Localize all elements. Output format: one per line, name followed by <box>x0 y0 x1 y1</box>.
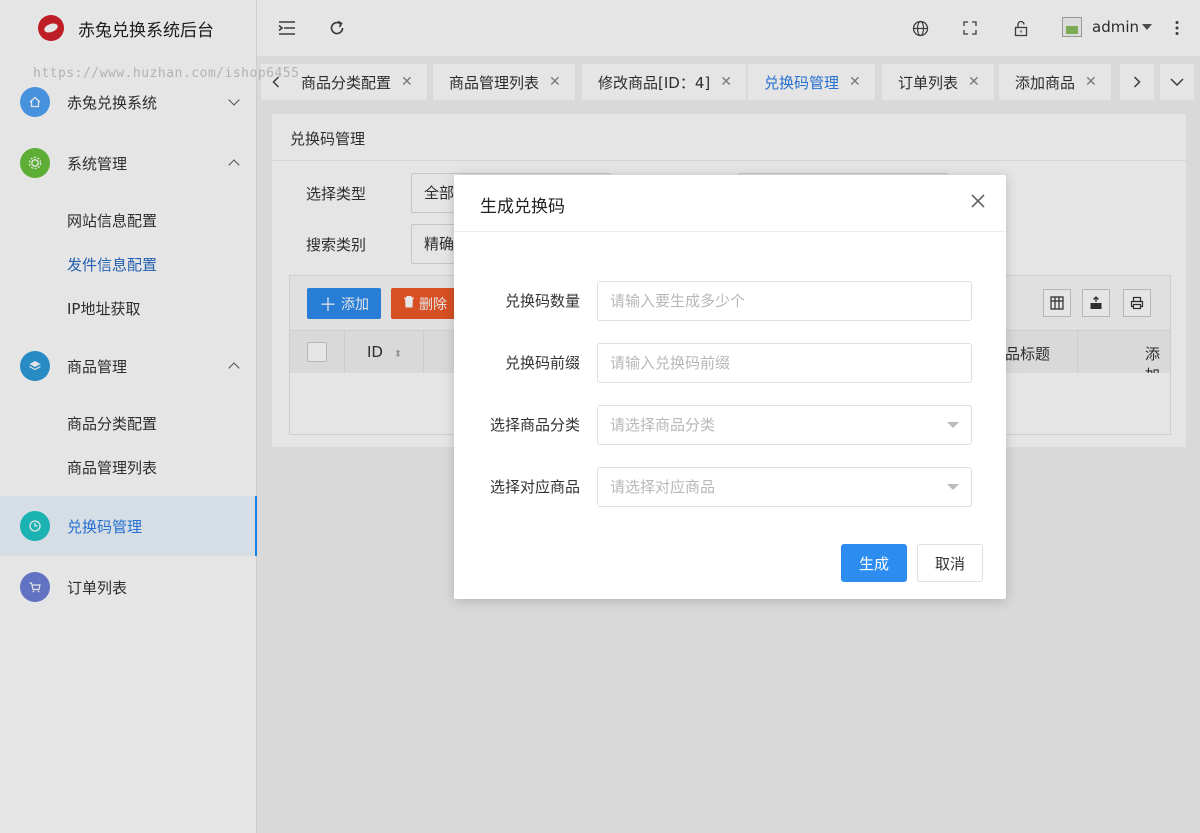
close-icon[interactable] <box>968 191 988 211</box>
divider <box>454 231 1006 232</box>
generate-codes-dialog: 生成兑换码 兑换码数量 兑换码前缀 选择商品分类 请选择商品分类 选择对应商品 … <box>454 175 1006 599</box>
dialog-title: 生成兑换码 <box>480 197 565 217</box>
code-prefix-label: 兑换码前缀 <box>504 354 580 372</box>
goods-select[interactable]: 请选择对应商品 <box>597 467 972 507</box>
caret-down-icon <box>947 484 959 490</box>
generate-button[interactable]: 生成 <box>841 544 907 582</box>
goods-label: 选择对应商品 <box>489 478 580 496</box>
code-prefix-input[interactable] <box>597 343 972 383</box>
goods-category-select[interactable]: 请选择商品分类 <box>597 405 972 445</box>
goods-category-label: 选择商品分类 <box>489 416 580 434</box>
select-placeholder: 请选择对应商品 <box>610 478 716 496</box>
caret-down-icon <box>947 422 959 428</box>
code-count-input[interactable] <box>597 281 972 321</box>
cancel-button[interactable]: 取消 <box>917 544 983 582</box>
select-placeholder: 请选择商品分类 <box>610 416 716 434</box>
code-count-label: 兑换码数量 <box>504 292 580 310</box>
